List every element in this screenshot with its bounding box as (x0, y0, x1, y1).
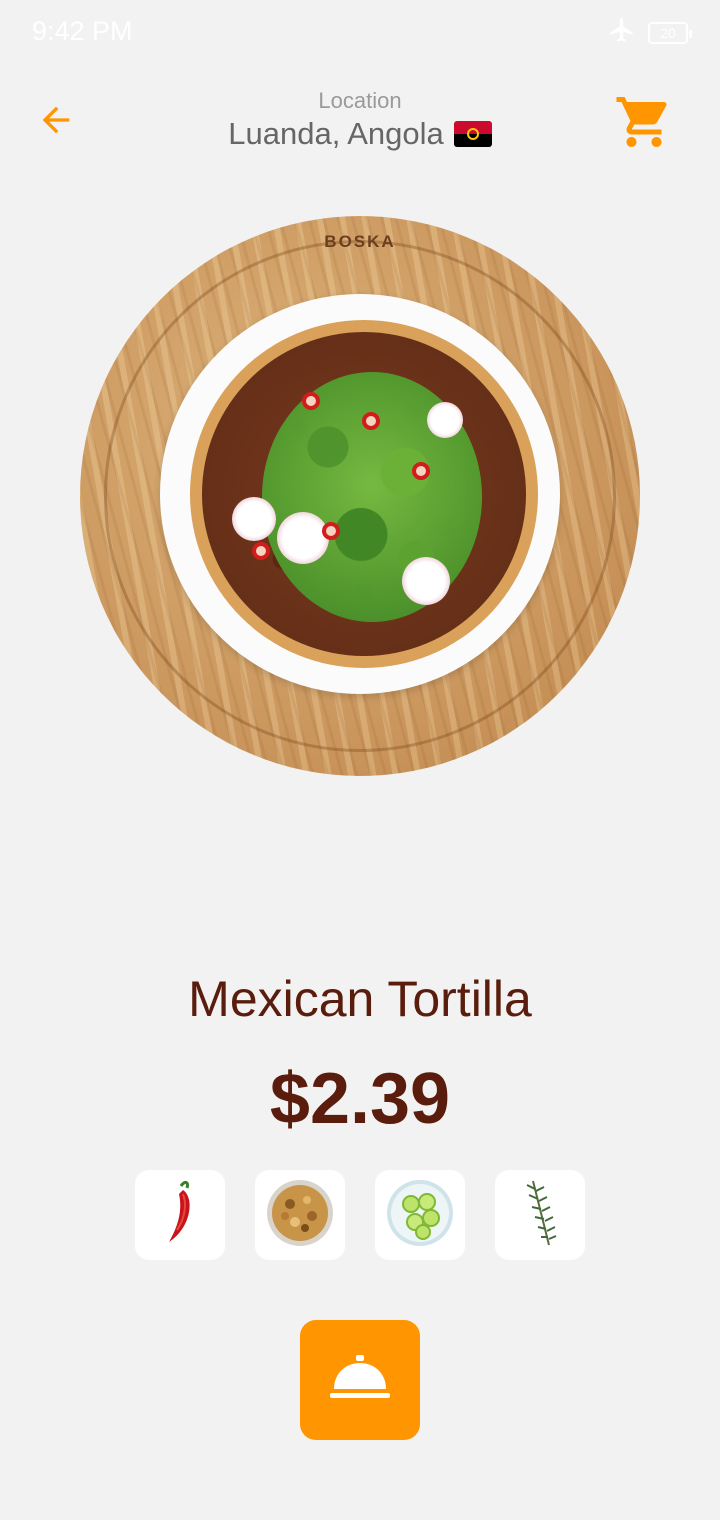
status-time: 9:42 PM (32, 16, 133, 46)
ingredient-mixed-nuts[interactable] (255, 1170, 345, 1260)
header: Location Luanda, Angola (0, 64, 720, 184)
rosemary-icon (515, 1177, 565, 1254)
ingredient-rosemary[interactable] (495, 1170, 585, 1260)
ingredients-list (135, 1170, 585, 1260)
location-value: Luanda, Angola (228, 116, 444, 151)
cart-button[interactable] (608, 88, 680, 160)
order-button[interactable] (300, 1320, 420, 1440)
airplane-mode-icon (608, 16, 636, 49)
service-bell-icon (328, 1353, 392, 1408)
product-price: $2.39 (269, 1059, 451, 1139)
product-image: BOSKA (80, 216, 640, 776)
product-name: Mexican Tortilla (188, 971, 532, 1027)
angola-flag-icon (453, 121, 492, 147)
brand-mark: BOSKA (324, 232, 396, 251)
battery-level: 20 (660, 24, 676, 41)
status-icons: 20 (608, 16, 692, 49)
wooden-board: BOSKA (80, 216, 640, 776)
plate (160, 294, 560, 694)
nuts-bowl-icon (265, 1178, 335, 1253)
ingredient-lime-slices[interactable] (375, 1170, 465, 1260)
pizza (190, 320, 538, 668)
battery-icon: 20 (648, 21, 692, 44)
chili-pepper-icon (155, 1178, 205, 1253)
status-bar: 9:42 PM 20 (0, 0, 720, 64)
cart-icon (614, 92, 674, 157)
lime-bowl-icon (385, 1178, 455, 1253)
ingredient-chili-pepper[interactable] (135, 1170, 225, 1260)
